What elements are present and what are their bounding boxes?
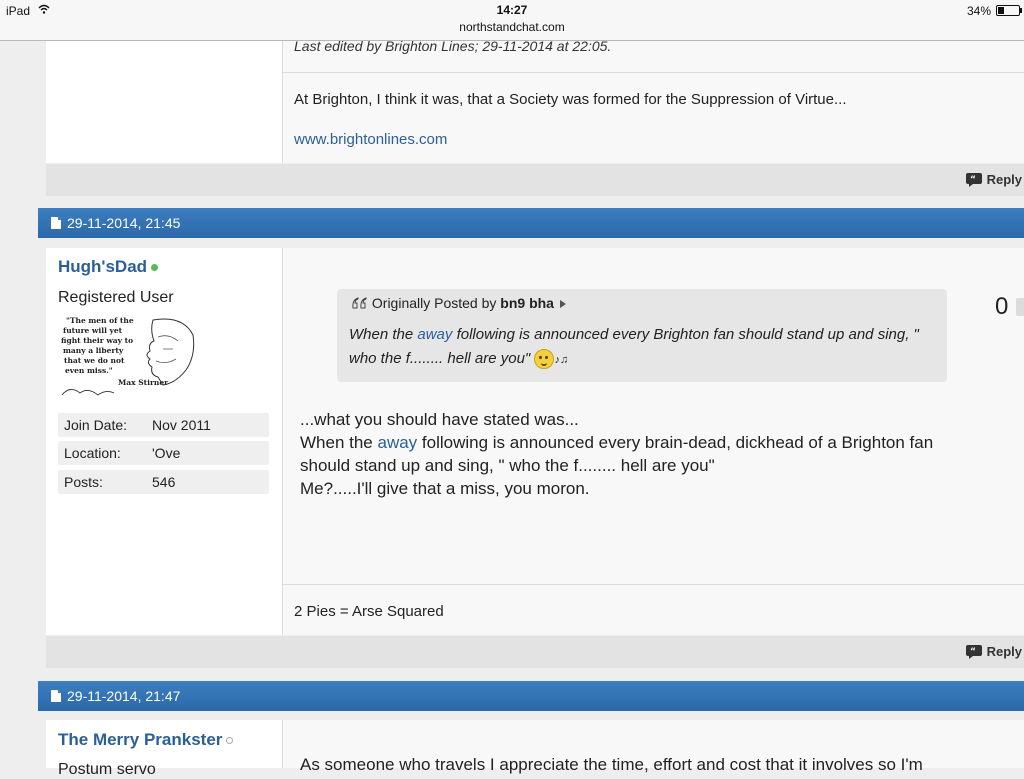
info-row-posts: Posts: 546: [58, 470, 269, 494]
info-value: 'Ove: [152, 445, 181, 461]
quote-reply-icon: “: [965, 172, 982, 187]
post-2-avatar[interactable]: "The men of the future will yet fight th…: [58, 315, 198, 399]
post-1-signature-link[interactable]: www.brightonlines.com: [294, 131, 447, 148]
post-3-username-text: The Merry Prankster: [58, 730, 223, 749]
post-3-date: 29-11-2014, 21:47: [67, 688, 181, 704]
offline-status-icon: [226, 737, 234, 745]
post-2-username-text: Hugh'sDad: [58, 257, 148, 276]
post-2-username[interactable]: Hugh'sDad: [58, 257, 159, 277]
post-2-footer: “ Reply: [46, 636, 1024, 668]
message-line: When the away following is announced eve…: [300, 431, 1000, 454]
info-label: Join Date:: [64, 417, 128, 433]
avatar-line: even miss.": [65, 366, 113, 375]
message-text-part: following is announced every brain-dead,…: [417, 433, 934, 452]
battery-percent: 34%: [966, 4, 991, 18]
quote-block: Originally Posted by bn9 bha When the aw…: [337, 289, 947, 382]
post-3-user-title: Postum servo: [58, 761, 156, 778]
post-document-icon: [51, 690, 61, 702]
info-label: Posts:: [64, 474, 103, 490]
reply-label: Reply: [986, 644, 1022, 659]
avatar-line: fight their way to: [61, 336, 133, 345]
post-3-message: As someone who travels I appreciate the …: [300, 755, 923, 774]
address-url[interactable]: northstandchat.com: [0, 20, 1024, 34]
avatar-line: that we do not: [64, 356, 125, 365]
music-notes-icon: ♪♫: [554, 354, 569, 366]
svg-text:“: “: [970, 175, 976, 185]
post-3-header: 29-11-2014, 21:47: [38, 681, 1024, 711]
clock: 14:27: [496, 3, 528, 17]
singing-smiley-icon: [534, 349, 555, 370]
message-text-part: When the: [300, 433, 378, 452]
post-2-header: 29-11-2014, 21:45: [38, 208, 1024, 238]
battery-icon: [996, 5, 1022, 16]
post-1-divider: [283, 72, 1024, 73]
post-2-signature-divider: [283, 584, 1024, 585]
avatar-line: "The men of the: [66, 316, 134, 325]
post-3-username[interactable]: The Merry Prankster: [58, 730, 234, 750]
quote-text: When the away following is announced eve…: [349, 323, 939, 372]
view-post-arrow-icon[interactable]: [558, 299, 568, 309]
reputation-bar: [1016, 298, 1024, 316]
quote-author[interactable]: bn9 bha: [500, 295, 554, 311]
post-2-signature: 2 Pies = Arse Squared: [294, 603, 444, 620]
info-label: Location:: [64, 445, 121, 461]
info-row-location: Location: 'Ove: [58, 441, 269, 465]
ios-status-bar: iPad 14:27 northstandchat.com 34%: [0, 0, 1024, 41]
post-1-footer: “ Reply: [46, 164, 1024, 196]
quote-prefix: Originally Posted by: [371, 295, 497, 311]
quote-text-part: When the: [349, 326, 418, 343]
message-away-link[interactable]: away: [378, 433, 418, 452]
quote-reply-icon: “: [965, 644, 982, 659]
avatar-sketch-image: "The men of the future will yet fight th…: [61, 316, 195, 396]
avatar-line: future will yet: [63, 326, 123, 335]
post-1-signature-text: At Brighton, I think it was, that a Soci…: [294, 91, 847, 108]
svg-text:“: “: [970, 647, 976, 657]
info-value: 546: [152, 474, 176, 490]
online-status-icon: [151, 264, 159, 272]
quote-away-link[interactable]: away: [417, 326, 452, 343]
info-value: Nov 2011: [152, 417, 211, 433]
message-line: ...what you should have stated was...: [300, 410, 579, 429]
avatar-line: many a liberty: [63, 346, 124, 355]
post-2-user-title: Registered User: [58, 289, 174, 306]
reply-label: Reply: [986, 172, 1022, 187]
post-document-icon: [51, 217, 61, 229]
reply-button[interactable]: “ Reply: [965, 644, 1022, 659]
post-2-date: 29-11-2014, 21:45: [67, 215, 181, 231]
post-1-userinfo: [46, 41, 283, 163]
info-row-join-date: Join Date: Nov 2011: [58, 413, 269, 437]
message-line: Me?.....I'll give that a miss, you moron…: [300, 479, 590, 498]
message-line: should stand up and sing, " who the f...…: [300, 456, 715, 475]
post-2-message: ...what you should have stated was... Wh…: [300, 408, 1000, 500]
reply-button[interactable]: “ Reply: [965, 172, 1022, 187]
quote-header: Originally Posted by bn9 bha: [351, 295, 568, 311]
quote-marks-icon: [352, 297, 367, 309]
reputation-count: 0: [995, 293, 1009, 320]
